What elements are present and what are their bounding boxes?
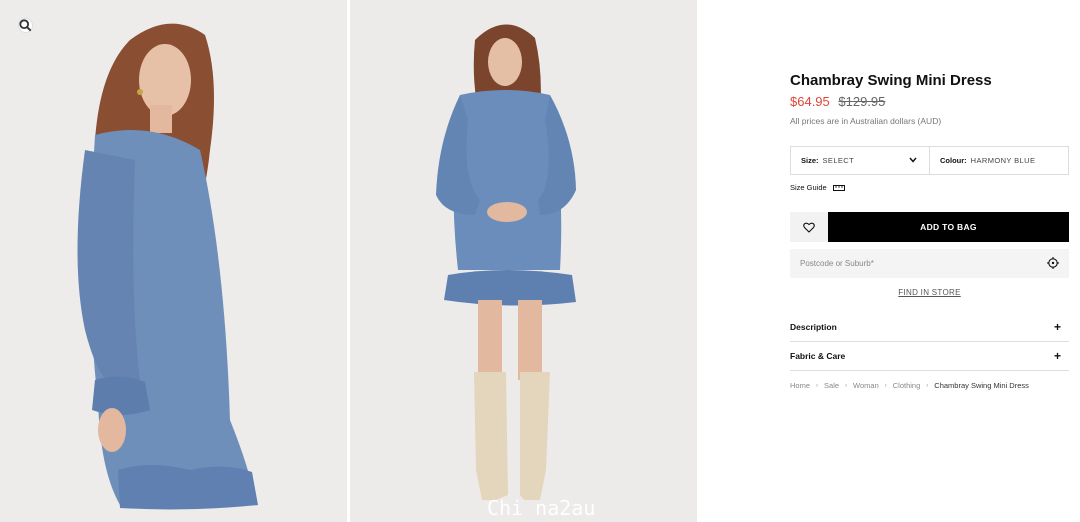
size-guide-link[interactable]: Size Guide — [790, 183, 845, 192]
size-value: SELECT — [822, 156, 855, 165]
breadcrumb-woman[interactable]: Woman — [853, 381, 879, 390]
chevron-right-icon: › — [926, 382, 929, 389]
accordion-description[interactable]: Description + — [790, 313, 1069, 342]
chevron-right-icon: › — [845, 382, 848, 389]
find-in-store-link[interactable]: FIND IN STORE — [790, 288, 1069, 297]
ruler-icon — [832, 184, 845, 191]
chevron-right-icon: › — [884, 382, 887, 389]
wishlist-button[interactable] — [790, 212, 828, 242]
variant-selectors: Size: SELECT Colour: HARMONY BLUE — [790, 146, 1069, 175]
product-gallery: Chi na2au — [0, 0, 697, 522]
plus-icon: + — [1053, 349, 1061, 363]
breadcrumb-clothing[interactable]: Clothing — [893, 381, 921, 390]
breadcrumb: Home › Sale › Woman › Clothing › Chambra… — [790, 381, 1029, 390]
accordion-fabric-care-label: Fabric & Care — [790, 351, 846, 361]
breadcrumb-current: Chambray Swing Mini Dress — [934, 381, 1029, 390]
postcode-placeholder: Postcode or Suburb* — [800, 259, 874, 268]
breadcrumb-home[interactable]: Home — [790, 381, 810, 390]
original-price: $129.95 — [838, 94, 886, 109]
accordion-description-label: Description — [790, 322, 837, 332]
breadcrumb-sale[interactable]: Sale — [824, 381, 839, 390]
currency-note: All prices are in Australian dollars (AU… — [790, 116, 942, 126]
size-select[interactable]: Size: SELECT — [791, 147, 930, 174]
watermark-text: Chi na2au — [487, 496, 596, 520]
sale-price: $64.95 — [790, 94, 830, 109]
colour-display[interactable]: Colour: HARMONY BLUE — [930, 147, 1068, 174]
chevron-down-icon — [909, 157, 917, 163]
heart-icon — [803, 222, 815, 233]
product-image-side[interactable] — [0, 0, 347, 522]
colour-label: Colour: — [940, 156, 967, 165]
bag-actions: ADD TO BAG — [790, 212, 1069, 242]
product-title: Chambray Swing Mini Dress — [790, 72, 992, 89]
magnifier-icon — [19, 19, 32, 32]
plus-icon: + — [1053, 320, 1061, 334]
crosshair-icon[interactable] — [1047, 257, 1059, 269]
accordion-fabric-care[interactable]: Fabric & Care + — [790, 342, 1069, 371]
price-row: $64.95 $129.95 — [790, 94, 885, 109]
size-guide-label: Size Guide — [790, 183, 827, 192]
postcode-input[interactable]: Postcode or Suburb* — [790, 249, 1069, 278]
add-to-bag-button[interactable]: ADD TO BAG — [828, 212, 1069, 242]
product-image-front[interactable] — [350, 0, 697, 522]
size-label: Size: — [801, 156, 819, 165]
zoom-button[interactable] — [18, 18, 33, 33]
chevron-right-icon: › — [816, 382, 819, 389]
colour-value: HARMONY BLUE — [970, 156, 1036, 165]
